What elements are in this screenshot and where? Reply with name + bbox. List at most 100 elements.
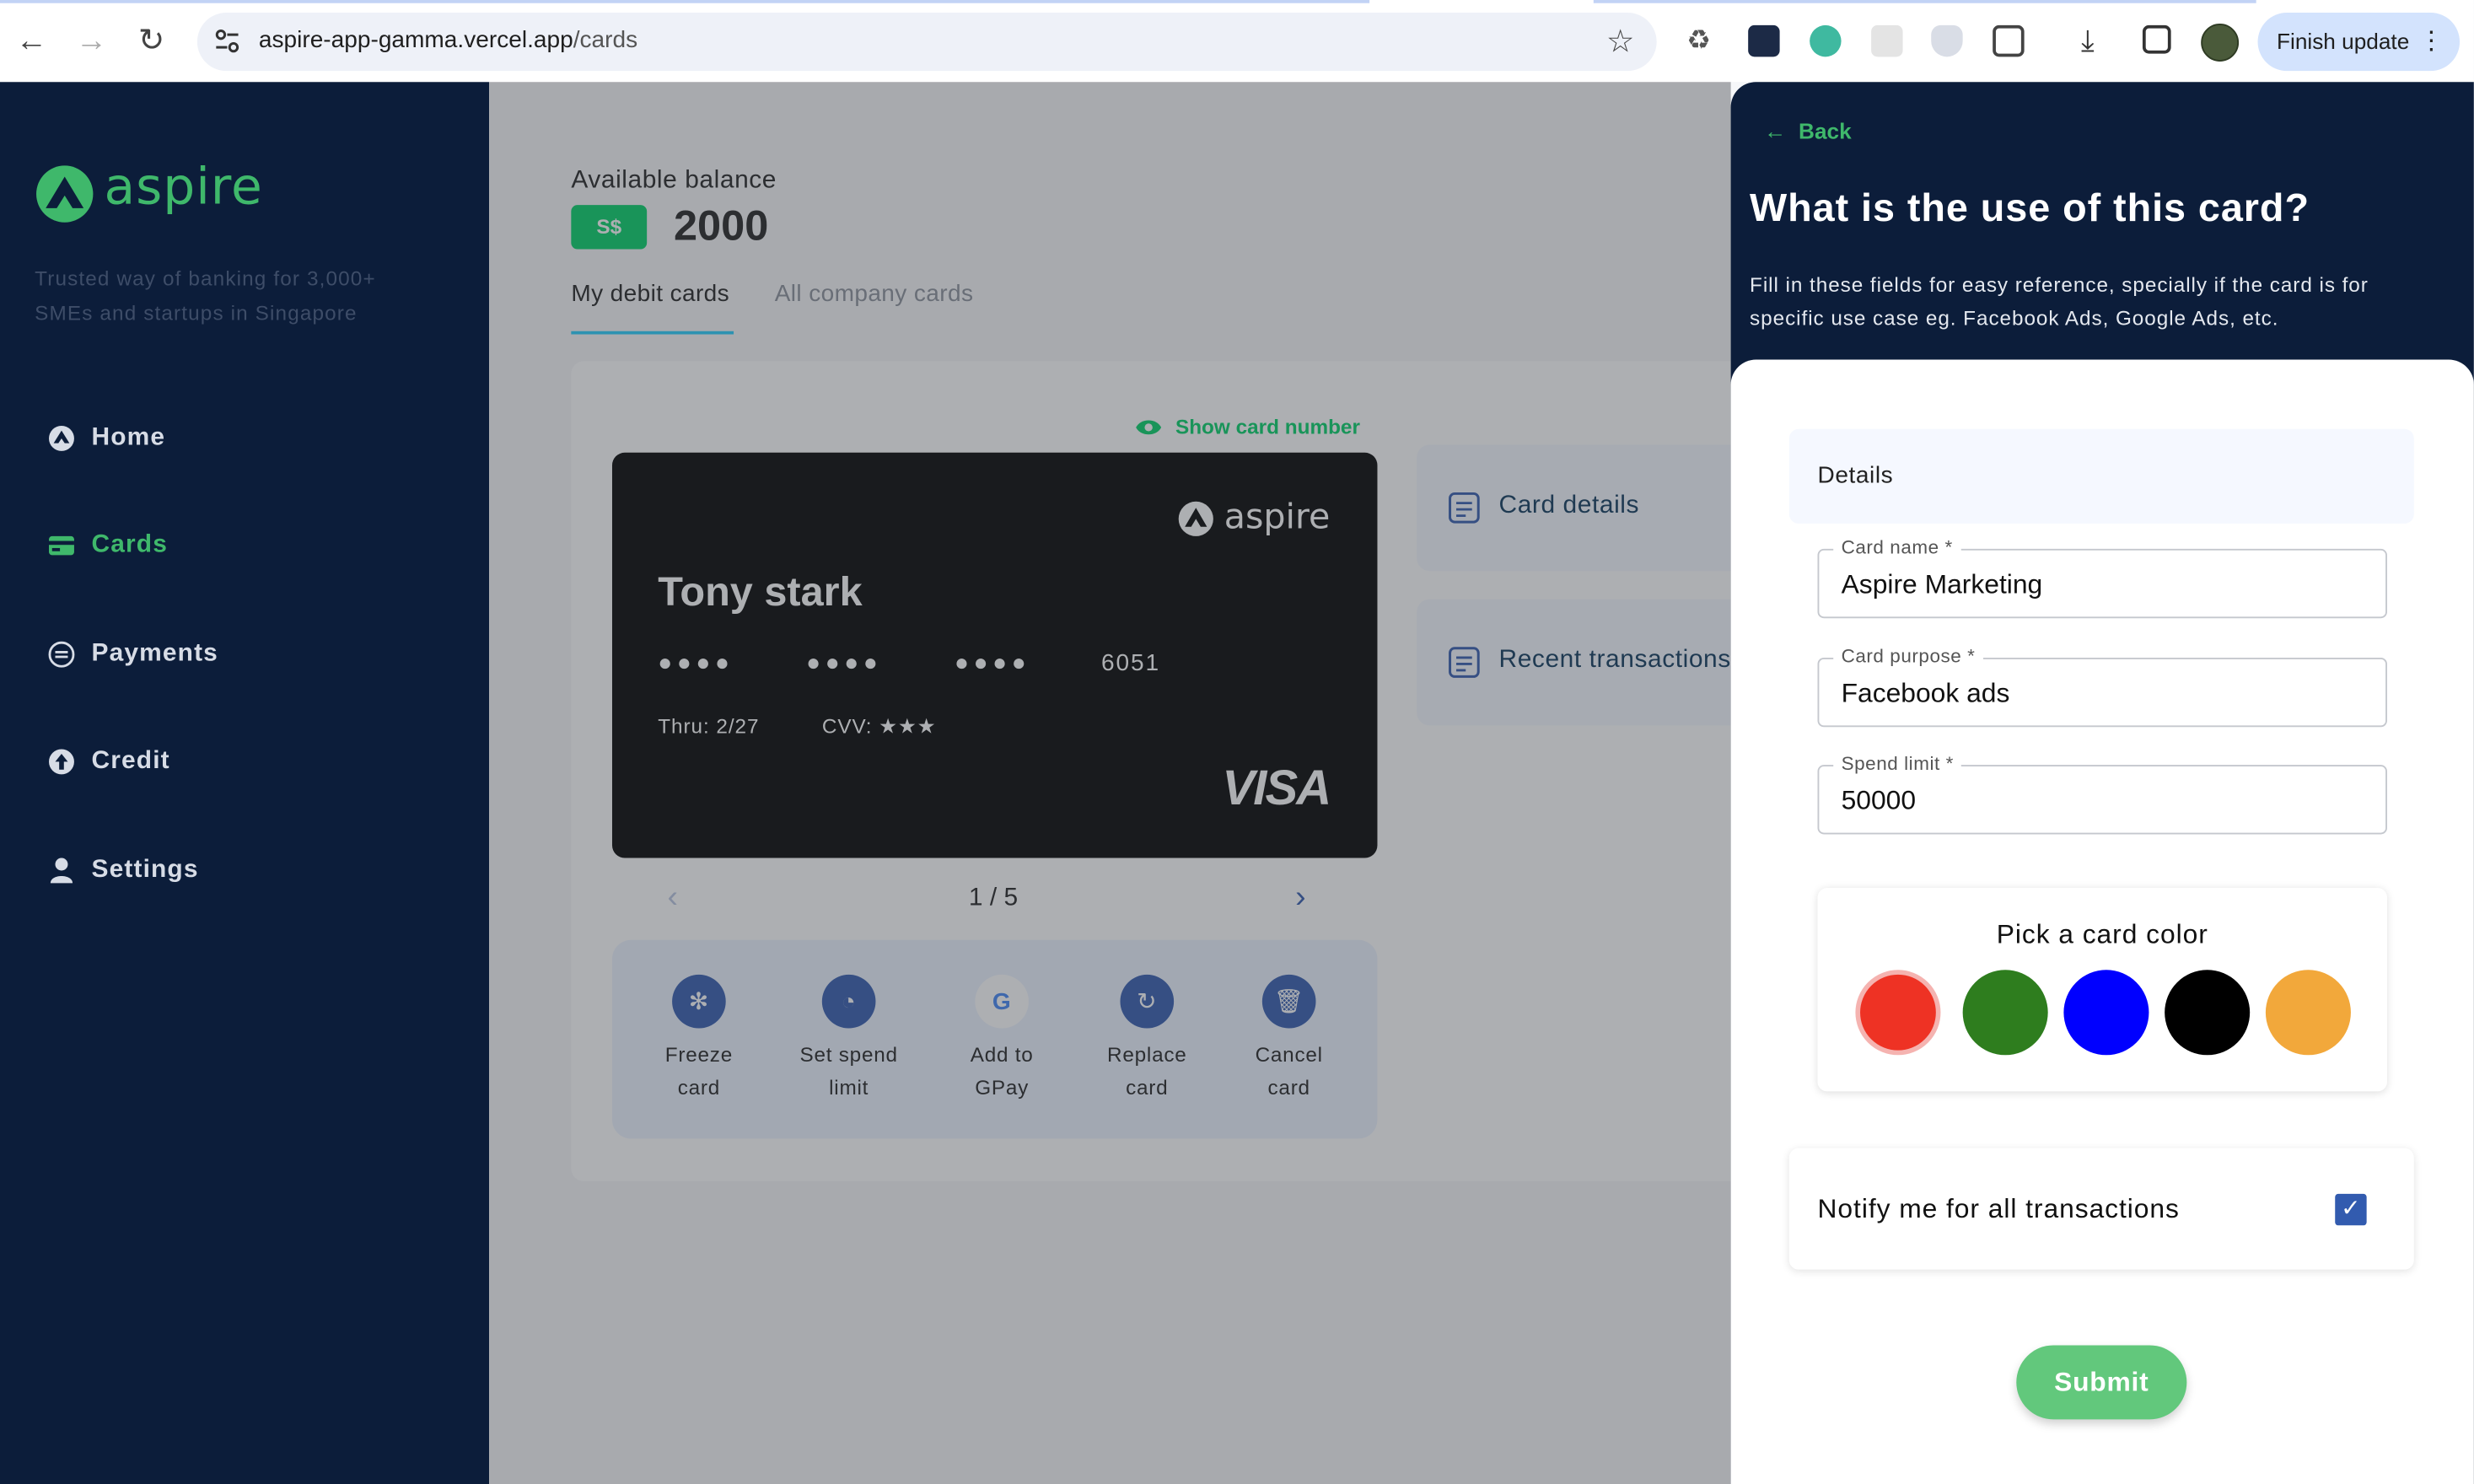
color-picker-title: Pick a card color [1996,919,2208,949]
credit-icon [49,749,74,775]
chatgpt-extension-icon[interactable] [1810,24,1842,57]
spend-limit-field[interactable]: Spend limit * [1817,752,2387,835]
debit-card[interactable]: aspire Tony stark ●●●● ●●●● ●●●● 6051 Th… [611,452,1378,858]
eye-icon [1136,419,1162,434]
visa-logo: VISA [1222,760,1331,815]
freeze-card-button[interactable]: ✻ Freeze card [628,974,770,1104]
react-extension-icon[interactable] [1748,24,1780,57]
finish-update-button[interactable]: Finish update ⋮ [2257,12,2461,72]
more-menu-icon[interactable]: ⋮ [2418,13,2444,71]
bookmark-star-icon[interactable]: ☆ [1606,22,1635,62]
card-actions: ✻ Freeze card ◔ Set spend limit G Add to… [611,939,1378,1139]
back-button[interactable]: ← Back [1764,118,1852,143]
field-label: Card purpose * [1833,644,1983,668]
sidebar-item-label: Home [91,424,166,451]
card-name-field[interactable]: Card name * [1817,535,2387,619]
sidebar-item-cards[interactable]: Cards [47,525,168,567]
reload-icon[interactable]: ↻ [132,22,170,60]
card-last-four: 6051 [1101,649,1160,677]
shield-extension-icon[interactable] [1931,24,1963,57]
currency-badge: S$ [571,205,648,250]
back-arrow-icon[interactable]: ← [13,22,51,60]
gauge-icon: ◔ [821,974,876,1029]
cancel-card-button[interactable]: 🗑 Cancel card [1218,974,1359,1104]
masked-digits: ●●●● [955,649,1031,677]
drawer-subtitle: Fill in these fields for easy reference,… [1750,272,2369,330]
show-card-number-button[interactable]: Show card number [1134,415,1360,438]
arrow-left-icon: ← [1763,118,1787,144]
field-label: Card name * [1833,535,1961,559]
details-section-header: Details [1788,428,2414,524]
home-icon [49,426,74,451]
color-swatch-orange[interactable] [2265,970,2351,1056]
aspire-logo-icon [1178,500,1213,536]
recycle-extension-icon[interactable]: ♻ [1686,25,1718,56]
card-purpose-field[interactable]: Card purpose * [1817,644,2387,728]
card-cvv: CVV: ★★★ [821,714,937,739]
card-expiry: Thru: 2/27 [658,714,760,739]
browser-toolbar: ← → ↻ aspire-app-gamma.vercel.app/cards … [0,0,2474,83]
card-name-input[interactable] [1841,569,2363,601]
tab-my-debit-cards[interactable]: My debit cards [571,281,729,308]
snowflake-icon: ✻ [672,974,726,1029]
notify-row: Notify me for all transactions ✓ [1788,1148,2414,1270]
url-text: aspire-app-gamma.vercel.app/cards [258,26,638,54]
aspire-logo-icon [36,165,94,223]
loading-bar [0,0,1370,3]
forward-arrow-icon[interactable]: → [73,22,110,60]
card-purpose-input[interactable] [1841,678,2363,710]
notify-checkbox[interactable]: ✓ [2335,1193,2367,1226]
logo-text: aspire [104,156,263,217]
stage: ← → ↻ aspire-app-gamma.vercel.app/cards … [0,0,2474,1484]
active-tab-indicator [571,331,734,335]
google-icon: G [975,974,1029,1029]
spend-limit-input[interactable] [1841,785,2363,817]
color-picker: Pick a card color [1817,888,2387,1092]
user-icon [50,858,73,884]
recent-transactions-accordion[interactable]: Recent transactions [1417,599,1764,726]
side-panel-icon[interactable] [2142,24,2171,54]
address-bar[interactable]: aspire-app-gamma.vercel.app/cards ☆ [196,12,1657,72]
sidebar-tagline: Trusted way of banking for 3,000+ SMEs a… [35,266,376,325]
balance-value: 2000 [673,202,769,250]
balance-label: Available balance [571,167,777,195]
site-settings-icon[interactable] [213,27,242,56]
replace-card-button[interactable]: ↻ Replace card [1076,974,1218,1104]
extensions-puzzle-icon[interactable] [1993,24,2025,57]
sidebar-item-label: Payments [91,640,218,668]
document-icon [1449,647,1480,678]
download-icon[interactable]: ⤓ [2081,25,2112,58]
card-pager: 1 / 5 [968,884,1019,912]
chevron-left-icon[interactable]: ‹ [667,880,677,917]
submit-button[interactable]: Submit [2016,1345,2187,1420]
notify-label: Notify me for all transactions [1817,1193,2180,1224]
replace-icon: ↻ [1120,974,1175,1029]
add-to-gpay-button[interactable]: G Add to GPay [931,974,1073,1104]
sidebar-item-label: Cards [91,531,169,559]
sidebar-item-payments[interactable]: Payments [47,634,218,675]
trash-icon: 🗑 [1261,974,1316,1029]
color-swatch-green[interactable] [1962,970,2048,1056]
card-brand-logo: aspire [1177,498,1330,538]
payments-icon [48,641,75,668]
color-swatch-red[interactable] [1855,970,1941,1056]
color-swatch-black[interactable] [2165,970,2251,1056]
sidebar-item-home[interactable]: Home [47,418,165,460]
sidebar-item-label: Credit [91,747,170,775]
card-details-accordion[interactable]: Card details [1417,444,1764,572]
tab-all-company-cards[interactable]: All company cards [775,281,974,308]
loading-bar-secondary [1593,0,2256,3]
card-holder-name: Tony stark [658,567,863,616]
color-swatch-blue[interactable] [2063,970,2149,1056]
drawer-title: What is the use of this card? [1750,186,2310,231]
set-spend-limit-button[interactable]: ◔ Set spend limit [777,974,919,1104]
field-label: Spend limit * [1833,752,1962,775]
chevron-right-icon[interactable]: › [1295,880,1305,917]
sidebar-item-credit[interactable]: Credit [47,741,170,782]
document-icon [1449,492,1480,524]
sidebar-item-settings[interactable]: Settings [47,850,198,891]
masked-digits: ●●●● [806,649,883,677]
profile-avatar[interactable] [2201,24,2240,62]
printer-extension-icon[interactable] [1871,24,1903,57]
card-icon [49,535,74,556]
